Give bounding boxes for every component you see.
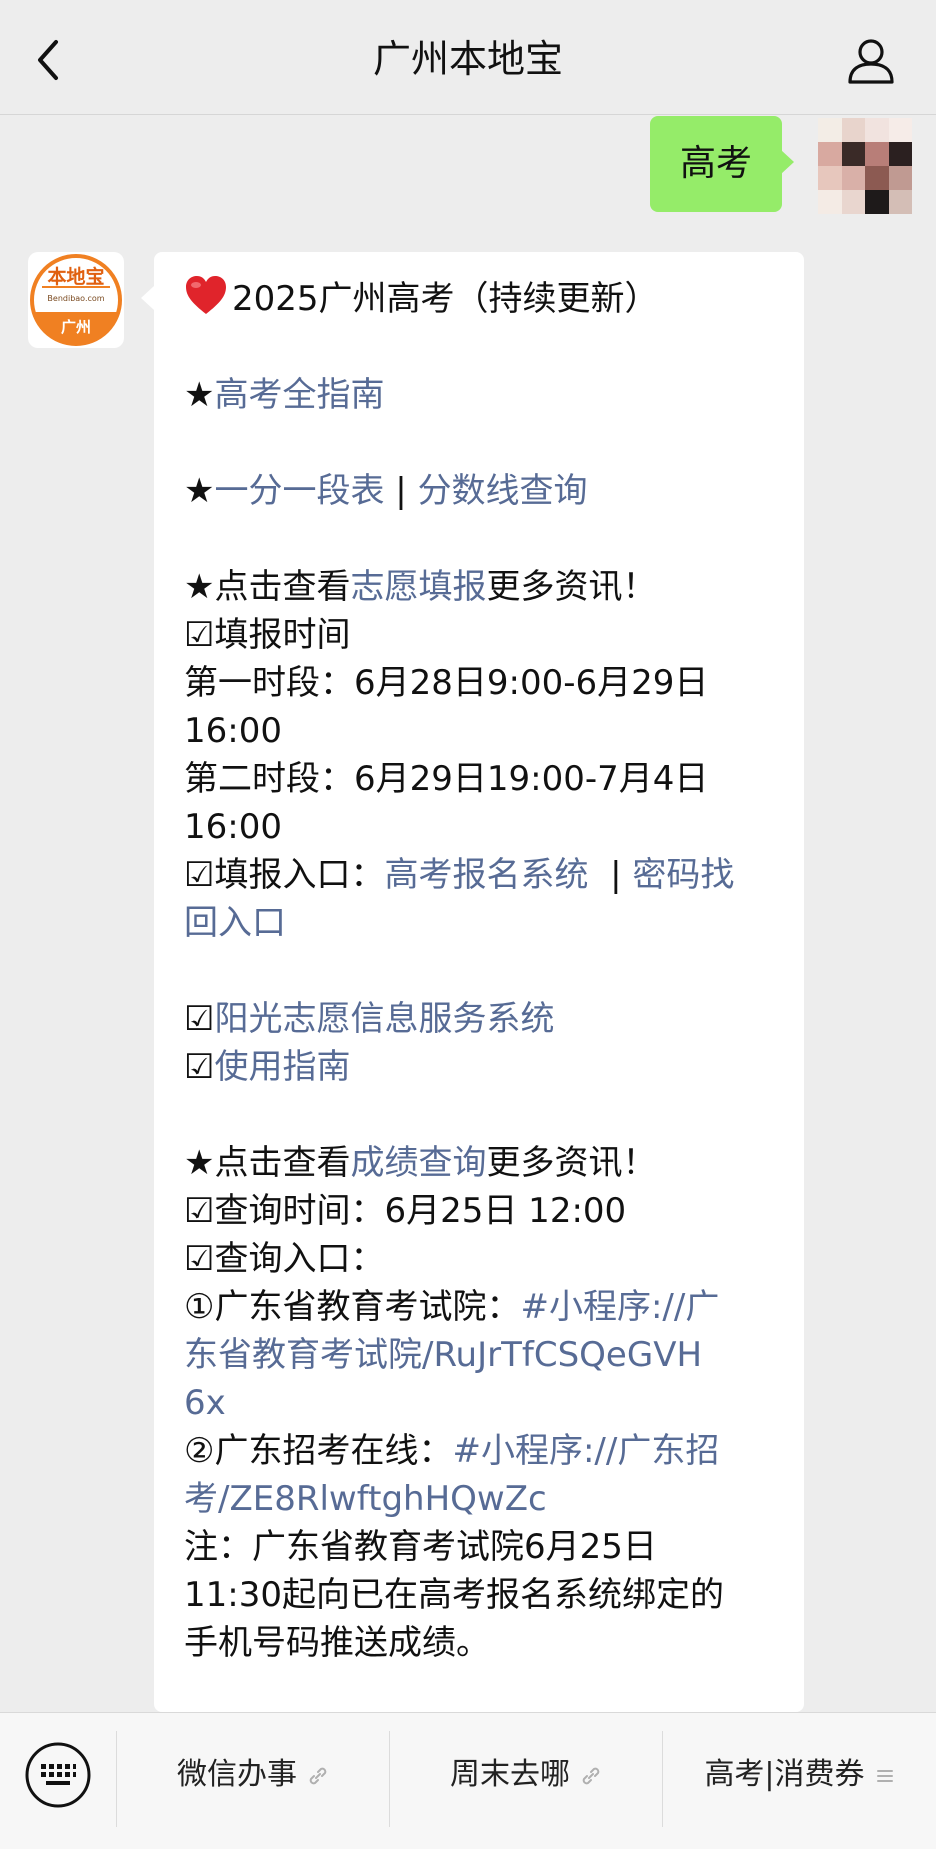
checkbox-icon: ☑: [184, 855, 215, 895]
query-time-text: 查询时间：6月25日 12:00: [214, 1191, 627, 1231]
item1-mini-program-link-cont[interactable]: 东省教育考试院/RuJrTfCSQeGVH: [184, 1335, 702, 1375]
official-account-avatar[interactable]: 本地宝 Bendibao.com 广州: [28, 252, 124, 348]
click-view-text: 点击查看: [214, 1143, 351, 1183]
star-icon: ★: [184, 1143, 215, 1183]
signup-system-link[interactable]: 高考报名系统: [384, 855, 588, 895]
bottom-menu-bar: 微信办事 周末去哪 高考|消费券: [0, 1712, 936, 1849]
menu-item-weekend[interactable]: 周末去哪: [390, 1713, 662, 1849]
guide-link[interactable]: 高考全指南: [214, 375, 384, 415]
fill-time-label: 填报时间: [214, 615, 351, 655]
password-recovery-link-cont[interactable]: 回入口: [184, 903, 286, 943]
score-query-line: ★点击查看成绩查询更多资讯！: [184, 1139, 784, 1187]
sunshine-system-link[interactable]: 阳光志愿信息服务系统: [214, 999, 554, 1039]
item1-line: ①广东省教育考试院：#小程序://广: [184, 1283, 784, 1331]
item1-prefix: ①广东省教育考试院：: [184, 1287, 521, 1327]
item2-mini-program-link-cont[interactable]: 考/ZE8RlwftghHQwZc: [184, 1479, 547, 1519]
menu-lines-icon: [876, 1769, 893, 1782]
score-table-link[interactable]: 一分一段表: [214, 471, 384, 511]
separator-text: |: [384, 471, 418, 511]
entry-line: ☑填报入口：高考报名系统 | 密码找: [184, 851, 784, 899]
menu-item-wechat-services[interactable]: 微信办事: [117, 1713, 389, 1849]
page-title: 广州本地宝: [372, 37, 563, 81]
heading-text: 2025广州高考（持续更新）: [232, 279, 659, 319]
navigation-bar: 广州本地宝: [0, 0, 936, 115]
star-icon: ★: [184, 567, 215, 607]
entry-line-cont: 回入口: [184, 899, 784, 947]
fill-time-line: ☑填报时间: [184, 611, 784, 659]
score-query-link[interactable]: 成绩查询: [350, 1143, 486, 1183]
note-line-cont: 11:30起向已在高考报名系统绑定的: [184, 1575, 724, 1615]
password-recovery-link[interactable]: 密码找: [632, 855, 734, 895]
checkbox-icon: ☑: [184, 999, 215, 1039]
red-heart-icon: [186, 276, 226, 314]
menu-item-label: 周末去哪: [450, 1757, 570, 1792]
checkbox-icon: ☑: [184, 615, 215, 655]
volunteer-link[interactable]: 志愿填报: [350, 567, 486, 607]
link-icon: [309, 1767, 327, 1784]
note-line: 注：广东省教育考试院6月25日: [184, 1527, 657, 1567]
keyboard-icon[interactable]: [24, 1741, 92, 1809]
usage-guide-line: ☑使用指南: [184, 1043, 784, 1091]
link-icon: [582, 1767, 600, 1784]
reply-message-bubble: 2025广州高考（持续更新） ★高考全指南 ★一分一段表 | 分数线查询 ★点击…: [141, 252, 804, 1712]
entry-label: 填报入口：: [214, 855, 385, 895]
usage-guide-link[interactable]: 使用指南: [214, 1047, 350, 1087]
item1-line-cont: 东省教育考试院/RuJrTfCSQeGVH: [184, 1331, 784, 1379]
user-avatar[interactable]: [818, 118, 912, 214]
checkbox-icon: ☑: [184, 1239, 215, 1279]
bendibao-logo-icon: 本地宝 Bendibao.com 广州: [30, 254, 122, 346]
period2-line-cont: 16:00: [184, 807, 282, 847]
period1-line-cont: 16:00: [184, 711, 282, 751]
person-icon[interactable]: [846, 36, 896, 86]
item1-line-cont2: 6x: [184, 1379, 784, 1427]
more-info-text: 更多资讯！: [486, 567, 657, 607]
item1-mini-program-link-end[interactable]: 6x: [184, 1383, 226, 1423]
volunteer-line: ★点击查看志愿填报更多资讯！: [184, 563, 784, 611]
query-time-line: ☑查询时间：6月25日 12:00: [184, 1187, 784, 1235]
reply-heading: 2025广州高考（持续更新）: [184, 274, 784, 323]
reply-content: 2025广州高考（持续更新） ★高考全指南 ★一分一段表 | 分数线查询 ★点击…: [184, 274, 784, 1667]
score-line-link[interactable]: 分数线查询: [418, 471, 588, 511]
click-view-text: 点击查看: [214, 567, 351, 607]
period1-line: 第一时段：6月28日9:00-6月29日: [184, 663, 709, 703]
item1-mini-program-link[interactable]: #小程序://广: [520, 1287, 719, 1327]
logo-domain-text: Bendibao.com: [47, 294, 104, 303]
period2-line: 第二时段：6月29日19:00-7月4日: [184, 759, 709, 799]
star-icon: ★: [184, 375, 215, 415]
user-message-text: 高考: [679, 143, 752, 184]
menu-item-label: 高考|消费券: [704, 1757, 865, 1792]
sunshine-line: ☑阳光志愿信息服务系统: [184, 995, 784, 1043]
query-entry-line: ☑查询入口：: [184, 1235, 784, 1283]
logo-text: 本地宝: [47, 265, 104, 288]
note-line-end: 手机号码推送成绩。: [184, 1623, 490, 1663]
item2-mini-program-link[interactable]: #小程序://广东招: [452, 1431, 719, 1471]
query-entry-text: 查询入口：: [214, 1239, 385, 1279]
user-message-bubble[interactable]: 高考: [649, 116, 795, 212]
menu-item-gaokao-coupons[interactable]: 高考|消费券: [663, 1713, 936, 1849]
checkbox-icon: ☑: [184, 1047, 215, 1087]
menu-item-label: 微信办事: [177, 1757, 297, 1792]
item2-prefix: ②广东招考在线：: [184, 1431, 453, 1471]
separator-text: |: [588, 855, 633, 895]
star-icon: ★: [184, 471, 215, 511]
checkbox-icon: ☑: [184, 1191, 215, 1231]
guide-line: ★高考全指南: [184, 371, 784, 419]
more-info-text: 更多资讯！: [486, 1143, 657, 1183]
score-links-line: ★一分一段表 | 分数线查询: [184, 467, 784, 515]
item2-line-cont: 考/ZE8RlwftghHQwZc: [184, 1475, 784, 1523]
logo-city-text: 广州: [61, 318, 91, 336]
item2-line: ②广东招考在线：#小程序://广东招: [184, 1427, 784, 1475]
